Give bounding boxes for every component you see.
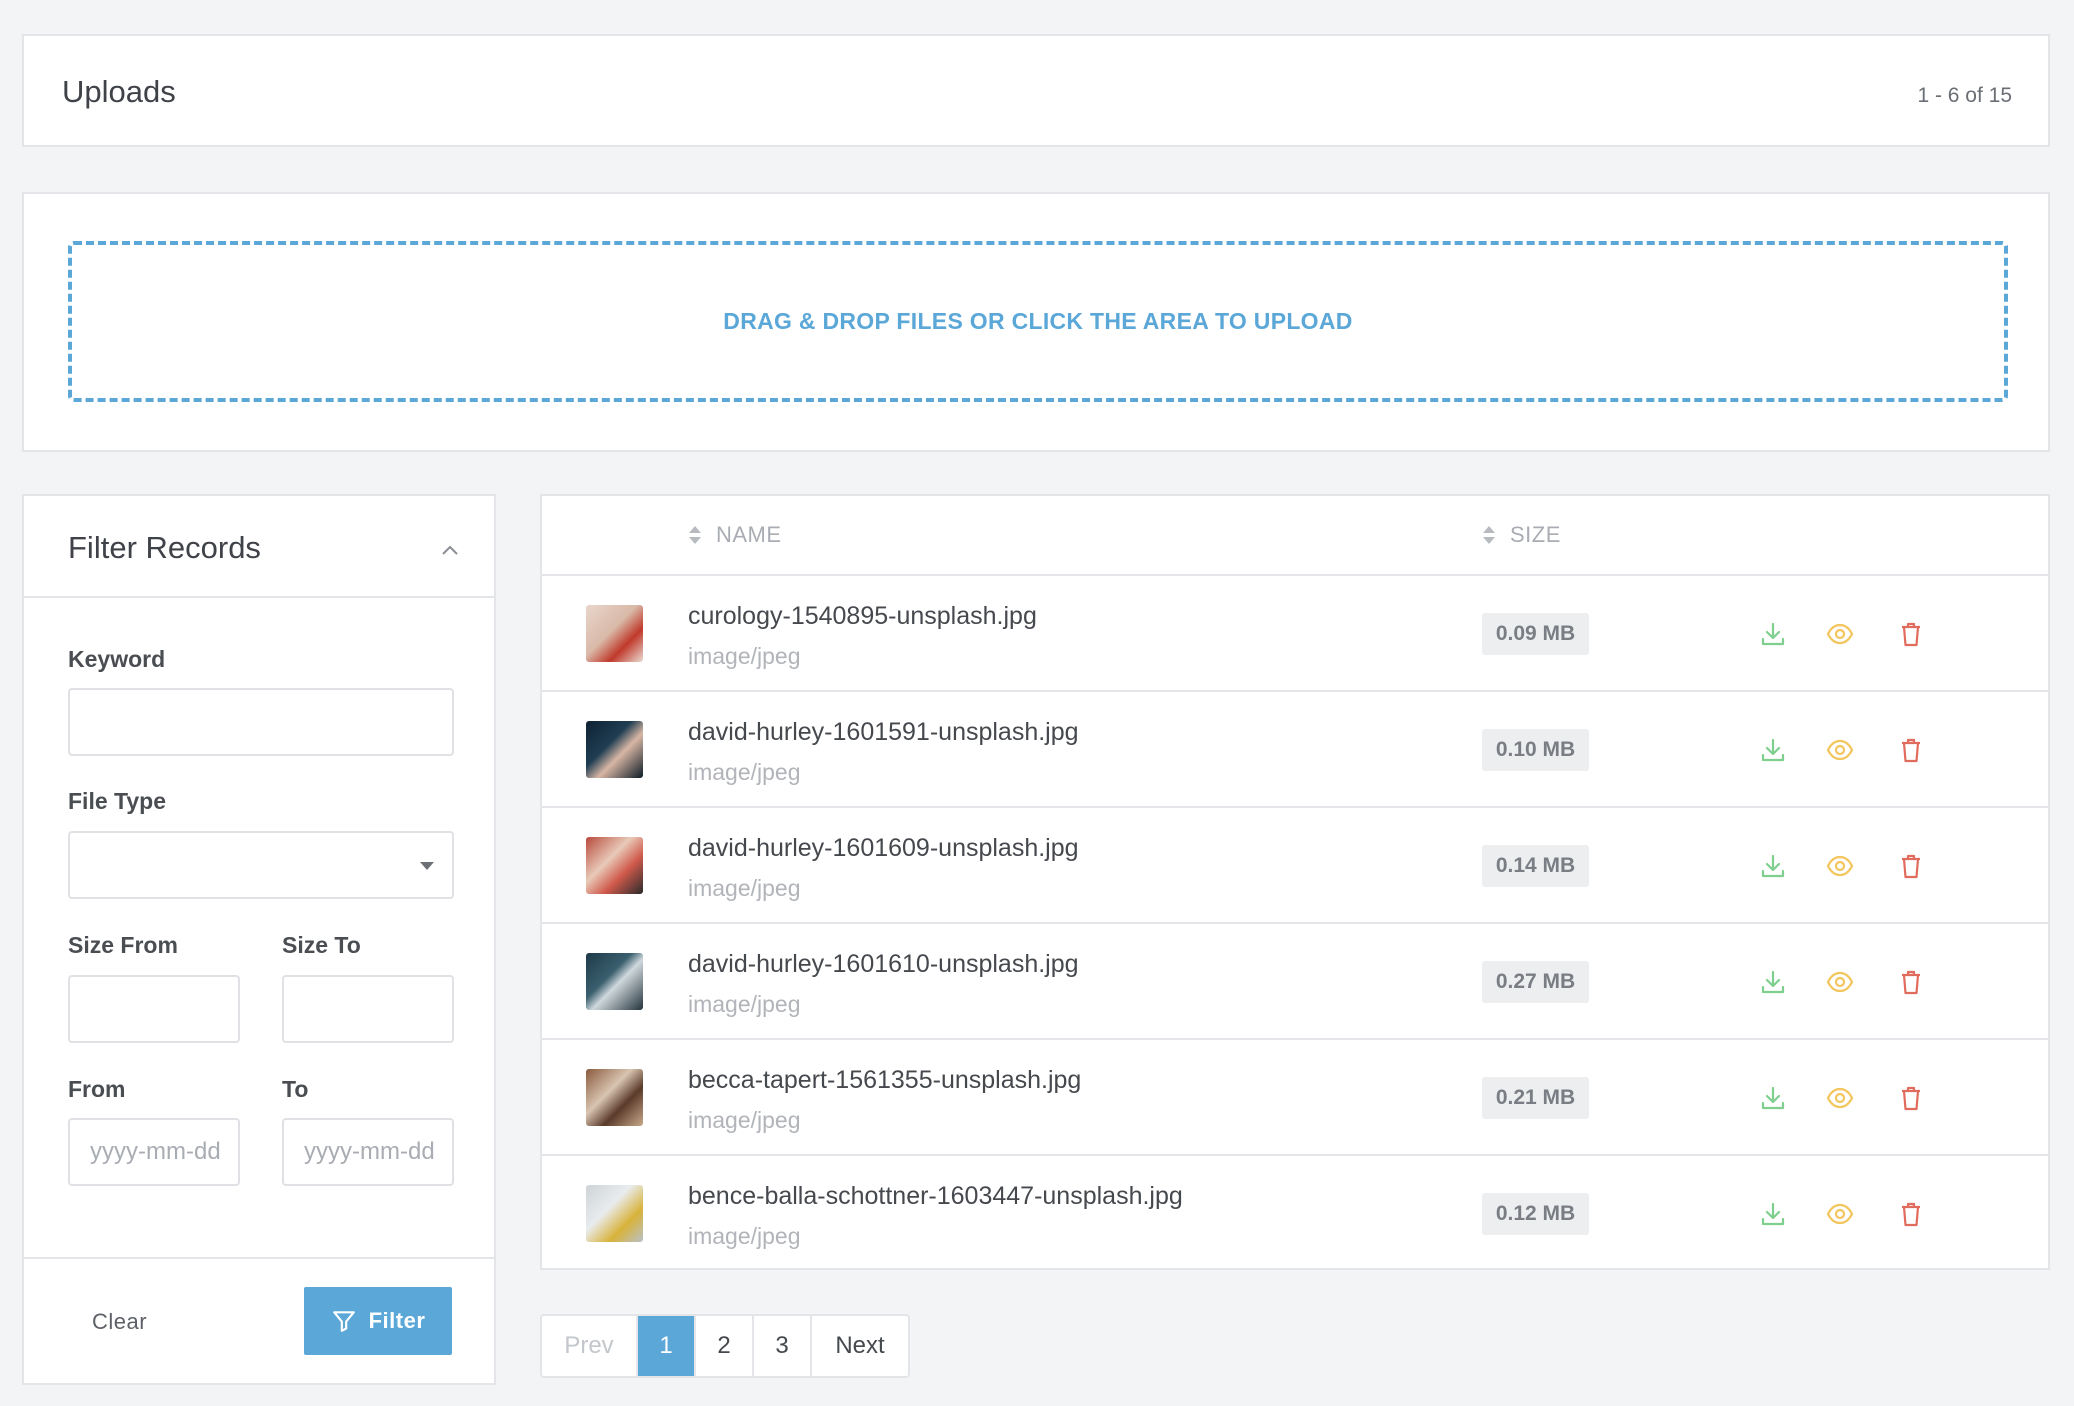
trash-icon[interactable] [1897,968,1925,996]
file-thumbnail[interactable] [586,605,643,662]
date-from-input[interactable]: yyyy-mm-dd [68,1118,240,1186]
filter-footer: Clear Filter [24,1257,494,1383]
filter-button[interactable]: Filter [304,1287,452,1355]
clear-button[interactable]: Clear [92,1309,147,1335]
download-icon[interactable] [1759,1084,1787,1112]
file-name: curology-1540895-unsplash.jpg [688,602,1037,630]
size-from-label: Size From [68,932,178,958]
column-header-size-label: SIZE [1510,522,1561,547]
column-header-name[interactable]: NAME [688,522,782,548]
chevron-up-icon[interactable] [440,540,460,560]
size-to-input[interactable] [282,975,454,1043]
file-name: david-hurley-1601591-unsplash.jpg [688,718,1079,746]
size-to-label: Size To [282,932,361,958]
table-header: NAME SIZE [542,496,2048,576]
eye-icon[interactable] [1826,968,1854,996]
file-size-badge: 0.27 MB [1482,961,1589,1003]
trash-icon[interactable] [1897,620,1925,648]
file-size-badge: 0.10 MB [1482,729,1589,771]
upload-dropzone[interactable]: DRAG & DROP FILES OR CLICK THE AREA TO U… [68,241,2008,402]
trash-icon[interactable] [1897,852,1925,880]
download-icon[interactable] [1759,736,1787,764]
size-from-input[interactable] [68,975,240,1043]
table-row: david-hurley-1601610-unsplash.jpg image/… [542,924,2048,1040]
filter-header: Filter Records [24,496,494,598]
download-icon[interactable] [1759,1200,1787,1228]
column-header-name-label: NAME [716,522,782,547]
date-to-input[interactable]: yyyy-mm-dd [282,1118,454,1186]
file-name: david-hurley-1601609-unsplash.jpg [688,834,1079,862]
record-count: 1 - 6 of 15 [1917,84,2012,107]
to-label: To [282,1076,309,1102]
file-type: image/jpeg [688,1223,801,1249]
eye-icon[interactable] [1826,1084,1854,1112]
table-row: becca-tapert-1561355-unsplash.jpg image/… [542,1040,2048,1156]
file-name: david-hurley-1601610-unsplash.jpg [688,950,1079,978]
file-type-select[interactable] [68,831,454,899]
page-button-1[interactable]: 1 [638,1316,696,1376]
file-type: image/jpeg [688,643,801,669]
sort-icon [689,526,701,544]
file-thumbnail[interactable] [586,953,643,1010]
file-thumbnail[interactable] [586,1185,643,1242]
download-icon[interactable] [1759,852,1787,880]
file-type: image/jpeg [688,991,801,1017]
table-row: curology-1540895-unsplash.jpg image/jpeg… [542,576,2048,692]
file-type: image/jpeg [688,1107,801,1133]
eye-icon[interactable] [1826,620,1854,648]
page-header: Uploads 1 - 6 of 15 [22,34,2050,147]
trash-icon[interactable] [1897,1084,1925,1112]
trash-icon[interactable] [1897,1200,1925,1228]
file-type: image/jpeg [688,875,801,901]
table-row: david-hurley-1601609-unsplash.jpg image/… [542,808,2048,924]
pagination: Prev 1 2 3 Next [540,1314,910,1378]
column-header-size[interactable]: SIZE [1482,522,1561,548]
filter-button-label: Filter [368,1308,426,1333]
files-table: NAME SIZE curology-1540895-unsplash.jpg … [540,494,2050,1270]
file-thumbnail[interactable] [586,721,643,778]
file-size-badge: 0.09 MB [1482,613,1589,655]
filter-title: Filter Records [68,530,261,565]
file-type: image/jpeg [688,759,801,785]
dropzone-label: DRAG & DROP FILES OR CLICK THE AREA TO U… [723,308,1353,334]
page-title: Uploads [62,74,176,109]
caret-down-icon [420,862,434,870]
sort-icon [1483,526,1495,544]
eye-icon[interactable] [1826,736,1854,764]
prev-page-button[interactable]: Prev [542,1316,638,1376]
table-row: david-hurley-1601591-unsplash.jpg image/… [542,692,2048,808]
download-icon[interactable] [1759,968,1787,996]
date-to-placeholder: yyyy-mm-dd [304,1138,435,1165]
file-size-badge: 0.21 MB [1482,1077,1589,1119]
file-name: becca-tapert-1561355-unsplash.jpg [688,1066,1082,1094]
upload-panel: DRAG & DROP FILES OR CLICK THE AREA TO U… [22,192,2050,452]
file-size-badge: 0.14 MB [1482,845,1589,887]
from-label: From [68,1076,126,1102]
filter-panel: Filter Records Keyword File Type Size Fr… [22,494,496,1385]
file-name: bence-balla-schottner-1603447-unsplash.j… [688,1182,1183,1210]
page-button-2[interactable]: 2 [696,1316,754,1376]
date-from-placeholder: yyyy-mm-dd [90,1138,221,1165]
file-thumbnail[interactable] [586,1069,643,1126]
download-icon[interactable] [1759,620,1787,648]
eye-icon[interactable] [1826,852,1854,880]
file-size-badge: 0.12 MB [1482,1193,1589,1235]
keyword-input[interactable] [68,688,454,756]
file-type-label: File Type [68,788,166,814]
file-thumbnail[interactable] [586,837,643,894]
eye-icon[interactable] [1826,1200,1854,1228]
keyword-label: Keyword [68,646,166,672]
table-row: bence-balla-schottner-1603447-unsplash.j… [542,1156,2048,1272]
trash-icon[interactable] [1897,736,1925,764]
funnel-icon [332,1311,355,1332]
next-page-button[interactable]: Next [812,1316,908,1376]
page-button-3[interactable]: 3 [754,1316,812,1376]
